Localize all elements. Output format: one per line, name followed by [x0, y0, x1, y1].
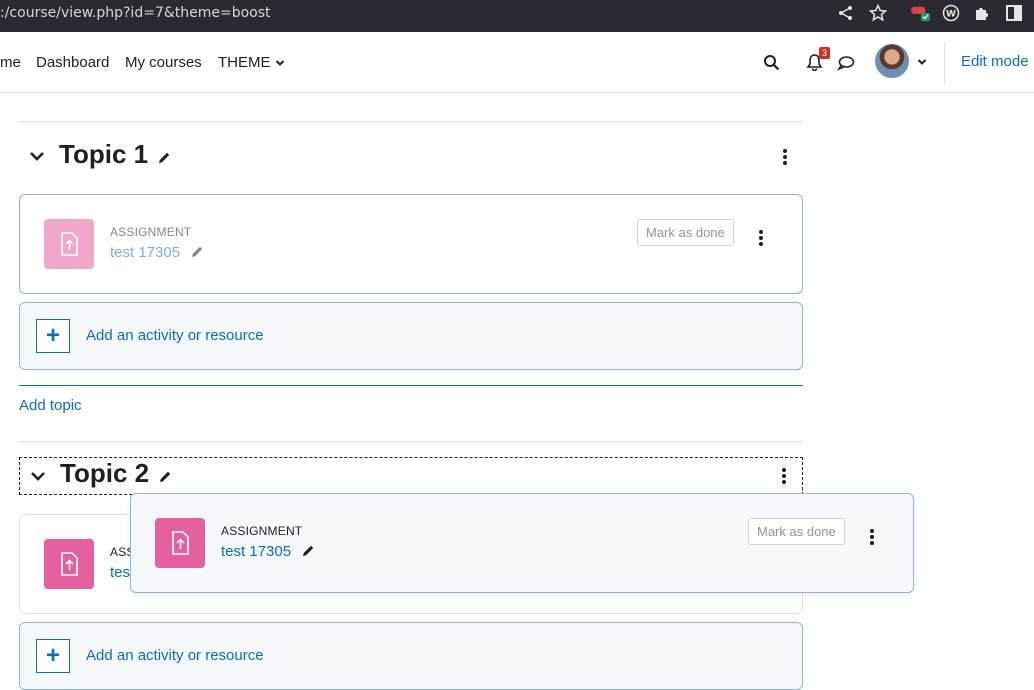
edit-title-pencil-icon[interactable]	[158, 470, 172, 484]
assignment-icon	[44, 219, 94, 269]
user-avatar[interactable]	[875, 44, 909, 78]
add-activity-label: Add an activity or resource	[86, 647, 264, 664]
activity-name-link[interactable]: test 17305	[221, 543, 291, 560]
search-icon[interactable]	[763, 54, 780, 71]
plus-icon: +	[36, 319, 70, 353]
activity-type-label: ASSIGNMENT	[221, 524, 303, 538]
add-activity-resource-button[interactable]: + Add an activity or resource	[19, 302, 803, 370]
assignment-icon	[44, 539, 94, 589]
section-divider	[19, 121, 803, 122]
puzzle-icon[interactable]	[973, 4, 991, 22]
top-navbar: me Dashboard My courses THEME 3 Edit mod…	[0, 32, 1034, 93]
message-bubble-icon[interactable]	[837, 55, 855, 71]
add-activity-label: Add an activity or resource	[86, 327, 264, 344]
sidebar-icon[interactable]	[1005, 4, 1023, 22]
edit-title-pencil-icon[interactable]	[157, 151, 171, 165]
mark-as-done-button[interactable]: Mark as done	[748, 518, 845, 545]
edit-activity-pencil-icon[interactable]	[190, 245, 204, 259]
browser-toolbar: :/course/view.php?id=7&theme=boost W	[0, 0, 1034, 32]
add-activity-resource-button[interactable]: + Add an activity or resource	[19, 622, 803, 690]
section-title-topic-2[interactable]: Topic 2	[60, 458, 149, 489]
extension-red-icon[interactable]	[909, 4, 933, 22]
add-topic-link[interactable]: Add topic	[19, 397, 82, 414]
activity-menu-kebab-icon[interactable]	[870, 529, 874, 547]
nav-dashboard[interactable]: Dashboard	[36, 54, 109, 71]
activity-name-link[interactable]: test 17305	[110, 244, 180, 261]
svg-text:W: W	[946, 10, 956, 20]
section-divider	[19, 441, 803, 442]
dragged-activity-body: ASSIGNMENT test 17305 Mark as done	[131, 494, 913, 592]
edit-activity-pencil-icon[interactable]	[301, 544, 315, 558]
wordpress-icon[interactable]: W	[942, 4, 960, 22]
section-title-topic-1[interactable]: Topic 1	[59, 139, 148, 170]
section-menu-kebab-icon[interactable]	[783, 149, 787, 167]
activity-card[interactable]: ASSIGNMENT test 17305 Mark as done	[19, 194, 803, 294]
navbar-divider	[944, 42, 945, 84]
nav-home[interactable]: me	[0, 54, 21, 71]
notification-count-badge: 3	[819, 47, 830, 59]
user-menu-chevron-icon[interactable]	[917, 58, 927, 66]
add-topic-divider	[19, 385, 803, 386]
edit-mode-toggle[interactable]: Edit mode	[961, 53, 1029, 70]
activity-type-label: ASSIGNMENT	[110, 225, 192, 239]
star-icon[interactable]	[869, 4, 887, 22]
share-icon[interactable]	[837, 4, 855, 22]
activity-menu-kebab-icon[interactable]	[759, 230, 763, 248]
nav-my-courses[interactable]: My courses	[125, 54, 202, 71]
chevron-down-icon	[275, 60, 284, 66]
mark-as-done-button[interactable]: Mark as done	[637, 219, 734, 246]
plus-icon: +	[36, 639, 70, 673]
collapse-chevron-icon[interactable]	[30, 470, 46, 482]
address-bar[interactable]: :/course/view.php?id=7&theme=boost	[0, 5, 271, 21]
nav-theme-label: THEME	[218, 54, 271, 71]
assignment-icon	[155, 518, 205, 568]
activity-name-link[interactable]: tes	[110, 564, 130, 581]
collapse-chevron-icon[interactable]	[29, 150, 45, 162]
section-menu-kebab-icon[interactable]	[782, 468, 786, 486]
dragged-activity-card[interactable]: ASSIGNMENT test 17305 Mark as done	[130, 493, 914, 593]
nav-theme[interactable]: THEME	[218, 54, 285, 71]
